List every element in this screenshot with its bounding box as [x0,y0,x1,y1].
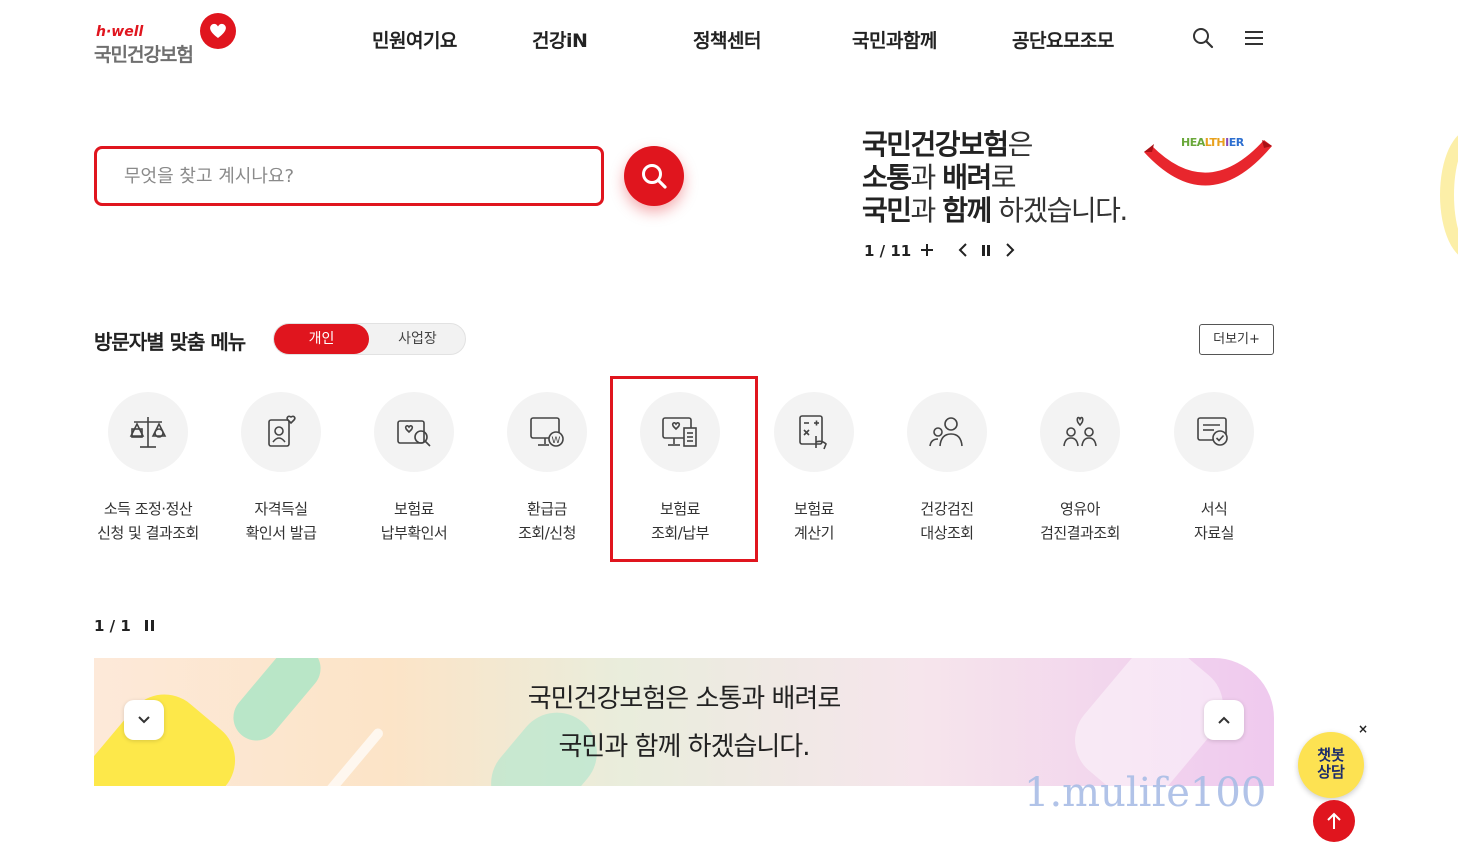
page: h·well 국민건강보험 민원여기요 건강iN 정책센터 국민과함께 공단요모… [0,0,1458,855]
service-item-calculator[interactable]: 보험료 계산기 [744,392,884,545]
nav-item-with-people[interactable]: 국민과함께 [852,26,937,53]
heart-icon [200,13,236,49]
service-item-refund[interactable]: W 환급금 조회/신청 [477,392,617,545]
nav-item-civil[interactable]: 민원여기요 [372,26,457,53]
site-logo[interactable]: h·well 국민건강보험 [94,13,244,66]
pause-icon[interactable] [144,617,156,637]
hamburger-menu-icon[interactable] [1242,26,1266,50]
ribbon-graphic [1144,140,1272,186]
nav-item-health-in[interactable]: 건강iN [532,26,588,53]
toggle-personal[interactable]: 개인 [274,324,369,354]
people-search-icon [907,392,987,472]
arrow-up-icon [1327,812,1341,829]
family-heart-icon [1040,392,1120,472]
banner-collapse-button[interactable] [1204,700,1244,740]
visitor-type-toggle: 개인 사업장 [273,323,466,355]
document-search-icon [374,392,454,472]
promo-banner: 국민건강보험은 소통과 배려로 국민과 함께 하겠습니다. [94,658,1274,786]
service-item-qualification[interactable]: 자격득실 확인서 발급 [211,392,351,545]
calculator-icon [774,392,854,472]
chevron-left-icon[interactable] [957,242,969,262]
slide-counter: 1 / 11 [864,242,912,260]
chatbot-button[interactable]: 챗봇 상담 [1298,732,1364,798]
chevron-down-icon [138,716,150,724]
service-item-payment-cert[interactable]: 보험료 납부확인서 [344,392,484,545]
logo-tagline: h·well [96,24,144,40]
search-icon[interactable] [1191,26,1215,50]
toggle-business[interactable]: 사업장 [370,324,465,354]
scale-icon [108,392,188,472]
more-button[interactable]: 더보기+ [1199,324,1274,355]
slogan-text: 국민건강보험은 소통과 배려로 국민과 함께 하겠습니다. [862,128,1128,227]
service-item-infant-checkup[interactable]: 영유아 검진결과조회 [1010,392,1150,545]
search-button[interactable] [624,146,684,206]
pause-icon[interactable] [980,242,992,262]
chevron-right-icon[interactable] [1004,242,1016,262]
section-title: 방문자별 맞춤 메뉴 [94,330,246,354]
ribbon-label: HEALTHIER [1181,136,1244,149]
form-check-icon [1174,392,1254,472]
decor-arc [1440,130,1458,260]
search-field[interactable] [94,146,604,206]
banner-expand-button[interactable] [124,700,164,740]
id-card-icon [241,392,321,472]
selection-highlight [610,376,758,562]
service-item-checkup[interactable]: 건강검진 대상조회 [877,392,1017,545]
svg-text:W: W [552,436,561,446]
chevron-up-icon [1218,716,1230,724]
banner-line2: 국민과 함께 하겠습니다. [558,732,811,762]
plus-icon[interactable] [920,242,934,262]
search-input[interactable] [97,149,601,203]
nav-item-about[interactable]: 공단요모조모 [1012,26,1114,53]
service-item-forms[interactable]: 서식 자료실 [1144,392,1284,545]
nav-item-policy[interactable]: 정책센터 [693,26,761,53]
banner-line1: 국민건강보험은 소통과 배려로 [527,684,842,714]
logo-name: 국민건강보험 [94,44,194,66]
chatbot-close-button[interactable]: × [1358,722,1368,736]
monitor-won-icon: W [507,392,587,472]
watermark: 1.mulife100 [1024,770,1267,816]
service-item-income-adjust[interactable]: 소득 조정·정산 신청 및 결과조회 [78,392,218,545]
menu-pager: 1 / 1 [94,617,154,635]
menu-page-counter: 1 / 1 [94,617,131,635]
scroll-top-button[interactable] [1313,800,1355,842]
